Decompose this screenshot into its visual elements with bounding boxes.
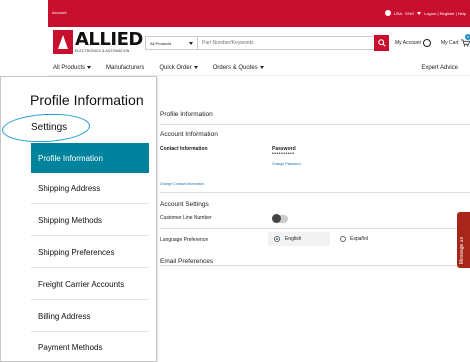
nav-expert-advice-label: Expert Advice: [421, 64, 458, 71]
my-account-link[interactable]: My Account: [395, 39, 431, 47]
cart-count-badge: 0: [465, 34, 470, 40]
nav-orders-quotes[interactable]: Orders & Quotes: [213, 65, 264, 71]
english-radio[interactable]: [274, 236, 280, 242]
chevron-down-icon: [259, 66, 264, 69]
top-links[interactable]: Logout | Register | Help: [424, 11, 466, 16]
divider: [160, 228, 470, 229]
search-icon: [377, 39, 386, 47]
sidebar-item-label: Shipping Methods: [38, 216, 103, 225]
language-label: Language Preference: [160, 237, 209, 243]
account-top-label[interactable]: Account: [52, 10, 66, 15]
sidebar-item-profile-information[interactable]: Profile Information: [31, 143, 149, 173]
site-header: ALLIED ELECTRONICS & AUTOMATION All Prod…: [48, 27, 470, 60]
sidebar-item-shipping-preferences[interactable]: Shipping Preferences: [31, 238, 149, 268]
nav-expert-advice[interactable]: Expert Advice: [421, 65, 458, 71]
sidebar-title: Profile Information: [30, 92, 144, 108]
chevron-down-icon: [189, 41, 193, 45]
search-bar: All Products: [145, 36, 387, 50]
allied-logo[interactable]: ALLIED ELECTRONICS & AUTOMATION: [53, 30, 143, 54]
chevron-down-icon[interactable]: [417, 11, 422, 15]
search-button[interactable]: [374, 35, 389, 51]
change-password-link[interactable]: Change Password: [272, 162, 301, 166]
nav-orders-quotes-label: Orders & Quotes: [212, 64, 258, 71]
nav-all-products[interactable]: All Products: [53, 64, 92, 71]
account-info-title: Account Information: [160, 131, 218, 138]
search-input[interactable]: [198, 37, 386, 49]
english-label: English: [285, 236, 302, 242]
password-value: ••••••••••: [272, 151, 295, 157]
nav-quick-order[interactable]: Quick Order: [159, 64, 198, 71]
cart-icon: [460, 39, 470, 47]
divider: [160, 192, 470, 193]
my-cart-link[interactable]: My Cart 0: [441, 34, 470, 47]
account-settings-title: Account Settings: [160, 201, 209, 208]
main-nav: All Products Manufacturers Quick Order O…: [48, 60, 470, 76]
chevron-down-icon: [87, 66, 92, 69]
change-contact-link[interactable]: Change Contact Information: [160, 182, 204, 186]
top-bar: Account USA · ENG Logout | Register | He…: [48, 0, 470, 27]
email-prefs-title: Email Preferences: [160, 258, 214, 265]
nav-all-products-label: All Products: [53, 64, 86, 71]
sidebar-item-label: Shipping Address: [38, 184, 101, 193]
sidebar-item-shipping-address[interactable]: Shipping Address: [31, 174, 149, 204]
message-us-tab[interactable]: Message us: [457, 212, 470, 268]
search-category-select[interactable]: All Products: [146, 37, 198, 49]
locale-selector[interactable]: USA · ENG: [394, 11, 414, 16]
sidebar-settings-heading[interactable]: Settings: [31, 122, 67, 133]
sidebar-item-label: Shipping Preferences: [38, 248, 115, 257]
sidebar-item-label: Profile Information: [38, 153, 103, 163]
customer-line-toggle[interactable]: [272, 214, 288, 223]
sidebar-item-label: Payment Methods: [38, 342, 103, 352]
customer-line-label: Customer Line Number: [160, 215, 212, 221]
spanish-radio[interactable]: [340, 236, 346, 242]
search-category-label: All Products: [150, 40, 172, 46]
logo-mark-icon: [53, 30, 73, 54]
message-us-label: Message us: [459, 237, 465, 264]
nav-quick-order-label: Quick Order: [159, 64, 192, 71]
sidebar-item-billing-address[interactable]: Billing Address: [31, 302, 149, 332]
my-account-label: My Account: [395, 40, 421, 46]
sidebar-item-label: Freight Carrier Accounts: [38, 280, 125, 289]
nav-manufacturers[interactable]: Manufacturers: [106, 65, 144, 71]
sidebar-item-label: Billing Address: [38, 312, 91, 321]
divider: [160, 124, 470, 125]
divider: [160, 265, 470, 266]
nav-manufacturers-label: Manufacturers: [106, 64, 145, 71]
sidebar-item-payment-methods[interactable]: Payment Methods: [31, 332, 149, 362]
contact-info-label: Contact Information: [160, 146, 208, 152]
sidebar-item-shipping-methods[interactable]: Shipping Methods: [31, 206, 149, 236]
chevron-down-icon: [193, 66, 198, 69]
logo-wordmark: ALLIED: [75, 29, 143, 50]
sidebar-item-freight-carrier-accounts[interactable]: Freight Carrier Accounts: [31, 270, 149, 300]
globe-icon[interactable]: [384, 10, 391, 16]
my-cart-label: My Cart: [441, 40, 459, 46]
user-icon: [422, 39, 431, 47]
top-bar-right: USA · ENG Logout | Register | Help: [384, 10, 466, 16]
spanish-label: Español: [350, 236, 369, 242]
page-title: Profile Information: [160, 111, 213, 118]
